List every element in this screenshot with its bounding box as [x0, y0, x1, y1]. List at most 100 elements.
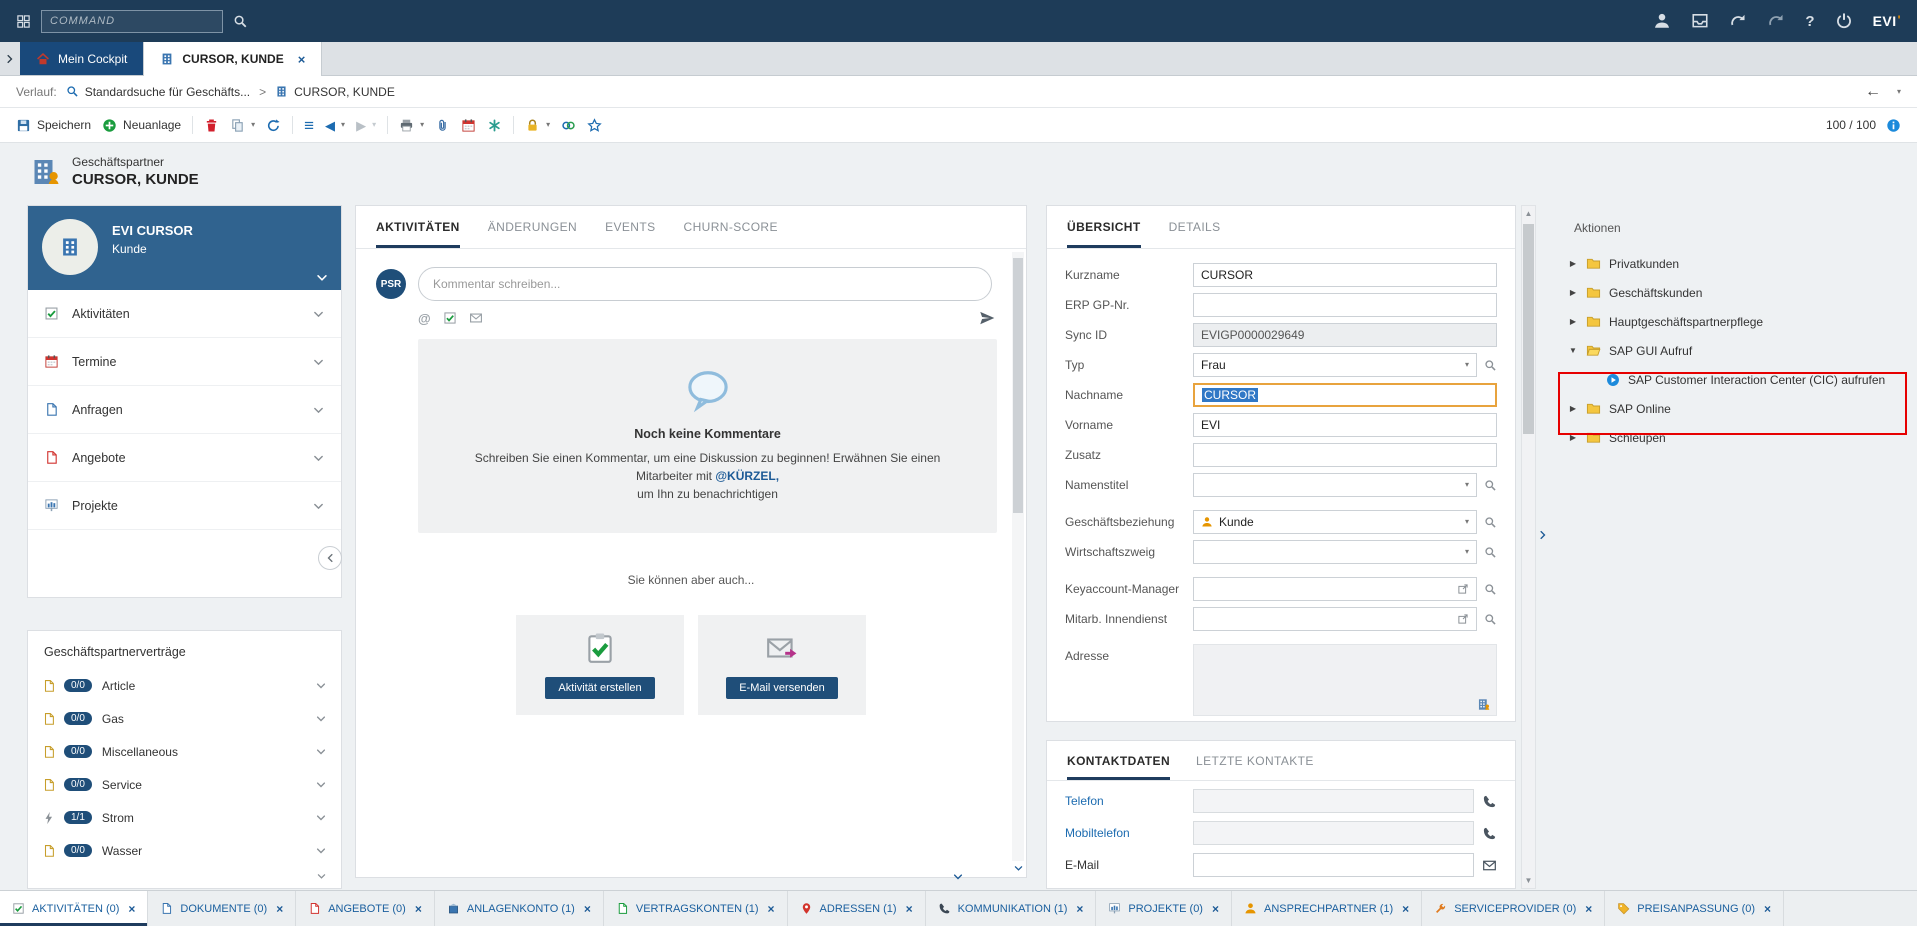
- contract-row-article[interactable]: 0/0 Article: [28, 669, 341, 702]
- adresse-textarea[interactable]: [1193, 644, 1497, 716]
- partner-card[interactable]: EVI CURSOR Kunde: [28, 206, 341, 290]
- workflow-button[interactable]: [487, 118, 502, 133]
- tab-close-icon[interactable]: ×: [906, 902, 913, 916]
- attachment-button[interactable]: [435, 118, 450, 133]
- forward-dropdown-caret[interactable]: ▾: [372, 121, 376, 129]
- new-record-button[interactable]: Neuanlage: [102, 118, 181, 133]
- create-activity-button[interactable]: Aktivität erstellen: [545, 677, 654, 699]
- navigate-back-button[interactable]: ◀▾: [325, 119, 345, 132]
- tab-close-icon[interactable]: ×: [1212, 902, 1219, 916]
- contract-row-wasser[interactable]: 0/0 Wasser: [28, 834, 341, 867]
- tree-item-geschaeftskunden[interactable]: ▶ Geschäftskunden: [1556, 278, 1911, 307]
- tab-close-icon[interactable]: ×: [276, 902, 283, 916]
- contract-row-service[interactable]: 0/0 Service: [28, 768, 341, 801]
- tab-close-icon[interactable]: ×: [768, 902, 775, 916]
- kurzname-input[interactable]: CURSOR: [1193, 263, 1497, 287]
- task-icon[interactable]: [443, 311, 457, 325]
- tab-close-icon[interactable]: ×: [1764, 902, 1771, 916]
- bottom-tab-adressen[interactable]: ADRESSEN (1)×: [788, 891, 926, 926]
- namenstitel-combobox[interactable]: ▾: [1193, 473, 1477, 497]
- breadcrumb-item-record[interactable]: CURSOR, KUNDE: [275, 85, 395, 99]
- expand-actions-panel-chevron[interactable]: [1537, 527, 1549, 541]
- email-icon[interactable]: [1482, 858, 1497, 873]
- bottom-tab-kommunikation[interactable]: KOMMUNIKATION (1)×: [926, 891, 1097, 926]
- nachname-input[interactable]: CURSOR: [1193, 383, 1497, 407]
- chevron-down-icon[interactable]: [315, 844, 327, 858]
- bottom-tab-vertragskonten[interactable]: VERTRAGSKONTEN (1)×: [604, 891, 788, 926]
- copy-button[interactable]: ▾: [230, 118, 255, 133]
- keyaccount-manager-input[interactable]: [1193, 577, 1477, 601]
- phone-icon[interactable]: [1482, 826, 1497, 841]
- collapse-arrow-icon[interactable]: ▼: [1568, 346, 1578, 355]
- lookup-icon[interactable]: [1484, 613, 1497, 626]
- sidebar-item-projekte[interactable]: Projekte: [28, 482, 341, 530]
- tree-item-schleupen[interactable]: ▶ Schleupen: [1556, 423, 1911, 452]
- tab-uebersicht[interactable]: ÜBERSICHT: [1067, 206, 1141, 248]
- expand-arrow-icon[interactable]: ▶: [1568, 288, 1578, 297]
- sidebar-item-anfragen[interactable]: Anfragen: [28, 386, 341, 434]
- tab-aktivitaeten[interactable]: AKTIVITÄTEN: [376, 206, 460, 248]
- power-icon[interactable]: [1835, 12, 1853, 30]
- chevron-down-icon[interactable]: [312, 498, 325, 512]
- command-input[interactable]: [41, 10, 223, 33]
- tab-aenderungen[interactable]: ÄNDERUNGEN: [488, 206, 577, 248]
- zusatz-input[interactable]: [1193, 443, 1497, 467]
- tree-item-sap-cic-aufrufen[interactable]: SAP Customer Interaction Center (CIC) au…: [1556, 365, 1911, 394]
- contract-row-gas[interactable]: 0/0 Gas: [28, 702, 341, 735]
- navigate-forward-button[interactable]: ▶▾: [356, 119, 376, 132]
- back-dropdown-caret[interactable]: ▾: [341, 121, 345, 129]
- print-dropdown-caret[interactable]: ▾: [420, 121, 424, 129]
- email-icon[interactable]: [469, 311, 483, 325]
- tree-item-privatkunden[interactable]: ▶ Privatkunden: [1556, 249, 1911, 278]
- partner-card-chevron-icon[interactable]: [315, 270, 329, 285]
- bottom-tab-ansprechpartner[interactable]: ANSPRECHPARTNER (1)×: [1232, 891, 1422, 926]
- telefon-input[interactable]: [1193, 789, 1474, 813]
- redo-icon[interactable]: [1729, 12, 1747, 30]
- expand-arrow-icon[interactable]: ▶: [1568, 433, 1578, 442]
- scrollbar-thumb[interactable]: [1523, 224, 1534, 434]
- tree-item-sap-gui-aufruf[interactable]: ▼ SAP GUI Aufruf: [1556, 336, 1911, 365]
- command-search-icon[interactable]: [233, 14, 248, 29]
- sidebar-item-termine[interactable]: Termine: [28, 338, 341, 386]
- chevron-down-icon[interactable]: [315, 811, 327, 825]
- scroll-down-arrow[interactable]: [1012, 861, 1024, 875]
- bottom-tab-anlagenkonto[interactable]: ANLAGENKONTO (1)×: [435, 891, 604, 926]
- lookup-icon[interactable]: [1484, 479, 1497, 492]
- scroll-down-arrow[interactable]: ▼: [1522, 876, 1535, 885]
- contract-row-miscellaneous[interactable]: 0/0 Miscellaneous: [28, 735, 341, 768]
- tab-close-icon[interactable]: ×: [298, 52, 306, 67]
- dropdown-caret-icon[interactable]: ▾: [1465, 548, 1469, 556]
- help-button[interactable]: ?: [1805, 13, 1814, 30]
- refresh-button[interactable]: [266, 118, 281, 133]
- contracts-scroll-hint-chevron[interactable]: [316, 869, 327, 883]
- comment-input[interactable]: [418, 267, 992, 301]
- mobiltelefon-link[interactable]: Mobiltelefon: [1065, 826, 1193, 840]
- command-window-icon[interactable]: [16, 14, 31, 29]
- relations-button[interactable]: [561, 118, 576, 133]
- lookup-icon[interactable]: [1484, 516, 1497, 529]
- tab-close-icon[interactable]: ×: [415, 902, 422, 916]
- lock-dropdown-caret[interactable]: ▾: [546, 121, 550, 129]
- wirtschaftszweig-combobox[interactable]: ▾: [1193, 540, 1477, 564]
- expand-arrow-icon[interactable]: ▶: [1568, 317, 1578, 326]
- delete-button[interactable]: [204, 118, 219, 133]
- bottom-tab-serviceprovider[interactable]: SERVICEPROVIDER (0)×: [1422, 891, 1605, 926]
- expand-arrow-icon[interactable]: ▶: [1568, 404, 1578, 413]
- menu-button[interactable]: ≡: [304, 117, 314, 134]
- main-scrollbar[interactable]: ▲ ▼: [1521, 205, 1536, 889]
- save-button[interactable]: Speichern: [16, 118, 91, 133]
- chevron-down-icon[interactable]: [312, 402, 325, 416]
- chevron-down-icon[interactable]: [315, 745, 327, 759]
- bottom-tab-preisanpassung[interactable]: PREISANPASSUNG (0)×: [1605, 891, 1784, 926]
- telefon-link[interactable]: Telefon: [1065, 794, 1193, 808]
- tab-close-icon[interactable]: ×: [1402, 902, 1409, 916]
- vorname-input[interactable]: EVI: [1193, 413, 1497, 437]
- info-icon[interactable]: [1886, 118, 1901, 133]
- activities-scrollbar[interactable]: [1012, 252, 1024, 861]
- scrollbar-thumb[interactable]: [1013, 258, 1023, 513]
- bottom-tab-projekte[interactable]: PROJEKTE (0)×: [1096, 891, 1232, 926]
- sidebar-item-aktivitaeten[interactable]: Aktivitäten: [28, 290, 341, 338]
- breadcrumb-item-search[interactable]: Standardsuche für Geschäfts...: [66, 85, 250, 99]
- collapse-left-panel-handle[interactable]: [318, 546, 342, 570]
- phone-icon[interactable]: [1482, 794, 1497, 809]
